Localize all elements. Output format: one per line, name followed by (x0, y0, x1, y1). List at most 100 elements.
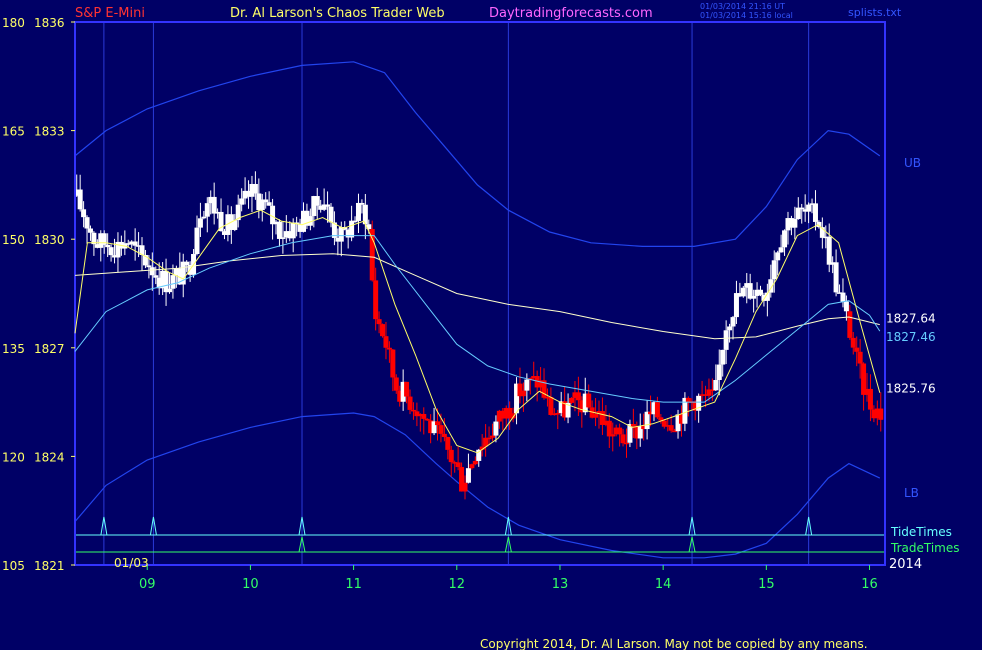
bar-body-197 (751, 295, 757, 299)
bar-body-213 (806, 204, 812, 212)
bar-body-189 (723, 330, 729, 350)
bar-body-82 (355, 202, 361, 221)
x-tick-label-7: 16 (861, 577, 878, 592)
bar-body-102 (424, 418, 430, 421)
bar-body-114 (465, 468, 471, 483)
bar-body-98 (410, 409, 416, 412)
bar-body-37 (201, 216, 207, 219)
bar-body-186 (713, 380, 719, 391)
bar-body-80 (349, 220, 355, 238)
bar-body-187 (716, 364, 722, 381)
bar-body-105 (435, 421, 441, 426)
value-label-2: 1825.76 (886, 382, 936, 396)
bar-body-205 (778, 247, 784, 253)
bar-body-90 (383, 336, 389, 348)
bar-body-52 (252, 183, 258, 194)
bar-body-2 (81, 209, 87, 218)
bar-body-116 (472, 460, 478, 465)
x-tick-label-4: 13 (552, 577, 569, 592)
bar-body-63 (290, 222, 296, 239)
bar-body-57 (270, 205, 276, 225)
bollinger-bands (74, 61, 881, 559)
y-osc-label-1: 165 (2, 125, 25, 139)
lower-band-label: LB (904, 486, 919, 500)
bar-body-231 (867, 388, 873, 410)
x-tick-label-0: 09 (139, 577, 156, 592)
bar-body-92 (390, 349, 396, 378)
bar-body-166 (644, 411, 650, 430)
timestamp-local: 01/03/2014 15:16 local (700, 11, 793, 20)
bar-body-56 (266, 202, 272, 206)
y-osc-label-2: 150 (2, 233, 25, 247)
bar-body-9 (105, 244, 111, 248)
bar-body-226 (850, 337, 856, 348)
bar-body-83 (359, 202, 365, 205)
bar-body-93 (393, 377, 399, 391)
bar-body-87 (373, 280, 379, 320)
bar-body-121 (489, 435, 495, 438)
bar-body-86 (369, 229, 375, 281)
bar-body-191 (730, 317, 736, 327)
bar-body-74 (328, 206, 334, 223)
bar-body-209 (792, 219, 798, 228)
bar-body-215 (812, 203, 818, 222)
bar-body-120 (486, 437, 492, 440)
bar-body-59 (276, 221, 282, 239)
bar-body-89 (380, 324, 386, 337)
bar-body-199 (757, 289, 763, 295)
bar-body-234 (878, 408, 884, 420)
x-tick-label-5: 14 (655, 577, 672, 592)
bar-body-158 (617, 427, 623, 435)
bar-body-223 (840, 292, 846, 302)
y-osc-label-0: 180 (2, 16, 25, 30)
bar-body-151 (593, 413, 599, 418)
x-tick-label-1: 10 (242, 577, 259, 592)
x-tick-label-2: 11 (345, 577, 362, 592)
bar-body-140 (555, 412, 561, 415)
bar-body-38 (204, 203, 210, 217)
bar-body-48 (239, 198, 245, 205)
bar-body-211 (799, 207, 805, 210)
bar-body-115 (469, 464, 475, 469)
bar-body-227 (854, 347, 860, 352)
copyright-notice: Copyright 2014, Dr. Al Larson. May not b… (480, 637, 868, 650)
bar-body-21 (146, 265, 152, 268)
bar-body-162 (630, 424, 636, 427)
x-tick-label-6: 15 (758, 577, 775, 592)
bar-body-149 (586, 393, 592, 408)
y-osc-label-4: 120 (2, 450, 25, 464)
lower-band-line (74, 412, 881, 559)
bar-body-160 (623, 442, 629, 445)
site-link[interactable]: Daytradingforecasts.com (489, 6, 653, 21)
bar-body-144 (569, 397, 575, 403)
bar-body-169 (654, 402, 660, 418)
bar-body-108 (445, 437, 451, 450)
bar-body-155 (606, 420, 612, 437)
bar-body-17 (132, 241, 138, 246)
bar-body-70 (314, 196, 320, 206)
bar-body-109 (448, 449, 454, 463)
chart-canvas: 180 1836 165 1833 150 1830 135 1827 120 1824 105 18… (2, 2, 959, 650)
bar-body-22 (149, 267, 155, 276)
value-label-1: 1827.46 (886, 330, 936, 344)
y-price-label-2: 1830 (34, 233, 65, 247)
bar-body-32 (184, 261, 190, 265)
y-price-label-1: 1833 (34, 125, 65, 139)
bar-body-130 (520, 390, 526, 397)
y-osc-label-5: 105 (2, 559, 25, 573)
bar-body-73 (325, 204, 331, 207)
bar-body-224 (843, 301, 849, 312)
trade-times-label: TradeTimes (890, 541, 959, 555)
bar-body-35 (194, 227, 200, 254)
bar-body-101 (421, 413, 427, 419)
bar-body-228 (857, 351, 863, 364)
bar-body-10 (108, 247, 114, 256)
bar-body-3 (84, 217, 90, 229)
bar-body-122 (493, 421, 499, 436)
bar-body-60 (280, 237, 286, 239)
bar-body-1 (77, 189, 83, 210)
bar-body-36 (197, 218, 203, 228)
bar-body-138 (548, 396, 554, 415)
bar-body-219 (826, 236, 832, 265)
chart-title: Dr. Al Larson's Chaos Trader Web (230, 6, 445, 21)
